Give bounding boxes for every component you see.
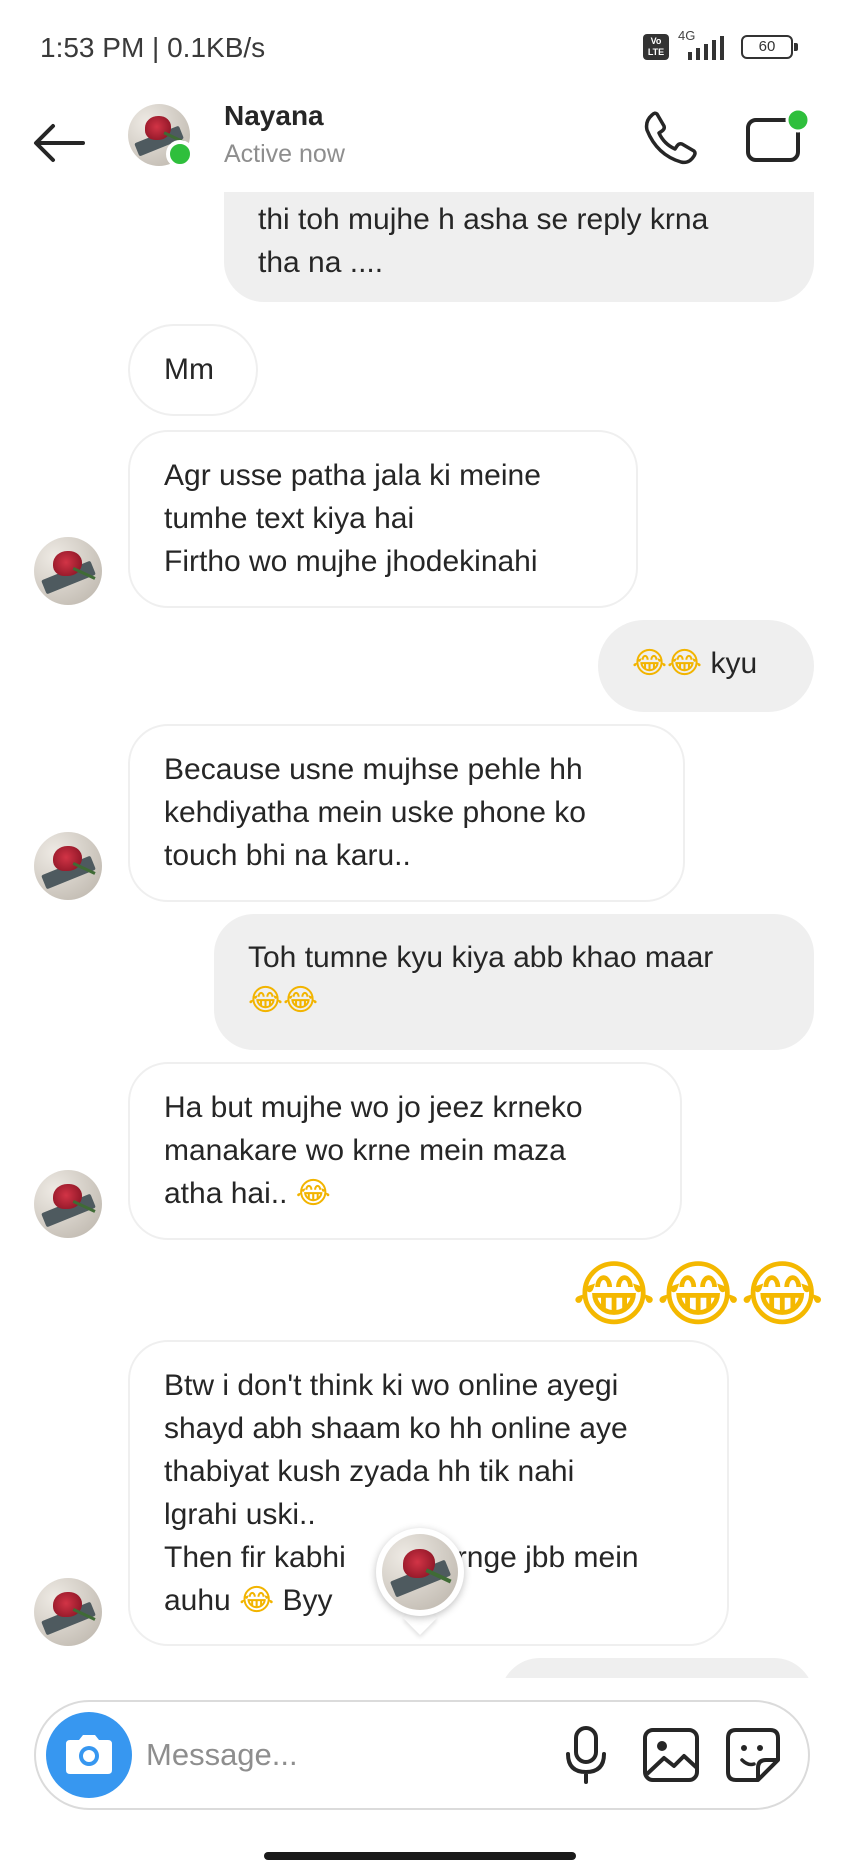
call-button[interactable]: [640, 108, 700, 168]
home-indicator[interactable]: [264, 1852, 576, 1860]
laughing-emoji: 😂😂: [248, 983, 319, 1018]
back-button[interactable]: [30, 114, 88, 172]
message-line: Then fir kabhi: [164, 1541, 346, 1574]
message-line: atha hai..: [164, 1177, 288, 1210]
message-thread[interactable]: thi toh mujhe h asha se reply krna tha n…: [0, 192, 843, 1678]
message-line: auhu: [164, 1584, 231, 1617]
status-time-speed: 1:53 PM | 0.1KB/s: [40, 32, 266, 63]
laughing-emoji: 😂😂: [632, 646, 703, 681]
message-composer: [34, 1700, 810, 1810]
outgoing-message[interactable]: [500, 1658, 814, 1678]
outgoing-message[interactable]: thi toh mujhe h asha se reply krna tha n…: [224, 192, 814, 302]
message-input[interactable]: [146, 1730, 446, 1780]
message-line: thabiyat kush zyada hh tik nahi: [164, 1455, 575, 1488]
sender-avatar[interactable]: [34, 832, 102, 900]
message-line: Agr usse patha jala ki meine: [164, 459, 541, 492]
message-line: touch bhi na karu..: [164, 839, 411, 872]
message-line: kyu: [710, 647, 758, 680]
status-bar: 1:53 PM | 0.1KB/s Vo LTE 4G 60: [0, 0, 843, 96]
gallery-button[interactable]: [640, 1724, 702, 1786]
message-line: manakare wo krne mein maza: [164, 1134, 566, 1167]
sender-avatar[interactable]: [34, 537, 102, 605]
sticker-icon: [726, 1728, 780, 1782]
incoming-message[interactable]: Because usne mujhse pehle hh kehdiyatha …: [128, 724, 685, 902]
message-line: shayd abh shaam ko hh online aye: [164, 1412, 628, 1445]
message-line: Firtho wo mujhe jhodekinahi: [164, 545, 538, 578]
laughing-emoji: 😂: [295, 1176, 331, 1211]
online-indicator: [166, 140, 194, 168]
volte-icon: Vo LTE: [643, 34, 669, 60]
sender-avatar[interactable]: [34, 1578, 102, 1646]
phone-icon: [644, 111, 697, 165]
contact-name[interactable]: Nayana: [224, 100, 324, 132]
laughing-emoji-message[interactable]: 😂😂😂: [572, 1254, 824, 1334]
camera-button[interactable]: [46, 1712, 132, 1798]
outgoing-message[interactable]: 😂😂 kyu: [598, 620, 814, 712]
message-line: thi toh mujhe h asha se reply krna: [258, 203, 709, 236]
message-line: Because usne mujhse pehle hh: [164, 753, 583, 786]
chat-header: Nayana Active now: [0, 96, 843, 192]
incoming-message[interactable]: Mm: [128, 324, 258, 416]
incoming-message[interactable]: Ha but mujhe wo jo jeez krneko manakare …: [128, 1062, 682, 1240]
sticker-button[interactable]: [722, 1724, 784, 1786]
sender-avatar[interactable]: [34, 1170, 102, 1238]
message-line: Mm: [164, 353, 214, 386]
arrow-left-icon: [34, 124, 85, 162]
message-line: Byy: [282, 1584, 333, 1617]
message-line: Ha but mujhe wo jo jeez krneko: [164, 1091, 583, 1124]
battery-icon: 60: [741, 35, 798, 59]
contact-status: Active now: [224, 140, 345, 168]
message-line: krnge jbb mein: [441, 1541, 639, 1574]
seen-avatar-marker: [376, 1528, 464, 1635]
outgoing-message[interactable]: Toh tumne kyu kiya abb khao maar 😂😂: [214, 914, 814, 1050]
camera-icon: [66, 1735, 112, 1774]
message-line: tumhe text kiya hai: [164, 502, 415, 535]
video-call-button[interactable]: [742, 107, 812, 168]
message-line: Toh tumne kyu kiya abb khao maar: [248, 941, 714, 974]
video-camera-icon: [746, 107, 811, 162]
voice-message-button[interactable]: [556, 1724, 616, 1786]
incoming-message[interactable]: Agr usse patha jala ki meine tumhe text …: [128, 430, 638, 608]
signal-icon: [688, 36, 724, 60]
message-line: Btw i don't think ki wo online ayegi: [164, 1369, 619, 1402]
microphone-icon: [566, 1726, 606, 1784]
message-line: tha na ....: [258, 246, 384, 279]
laughing-emoji: 😂: [239, 1583, 275, 1618]
image-icon: [643, 1728, 699, 1782]
message-line: kehdiyatha mein uske phone ko: [164, 796, 586, 829]
